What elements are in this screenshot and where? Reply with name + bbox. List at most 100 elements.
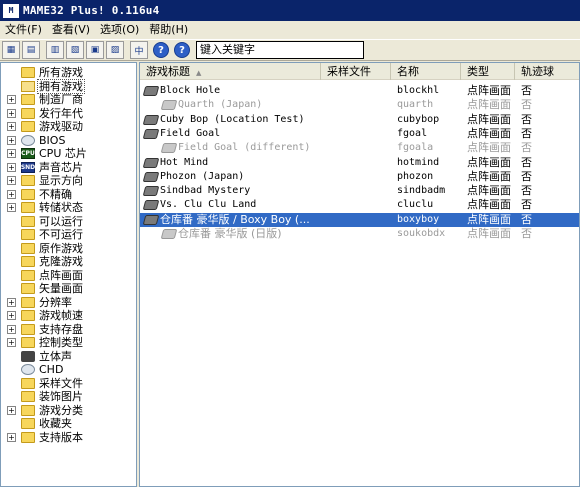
column-type[interactable]: 类型 (461, 63, 515, 80)
tree-item[interactable]: + BIOS (1, 134, 136, 147)
tree-item-label: 拥有游戏 (37, 78, 85, 94)
view-details-button[interactable]: ▧ (66, 41, 84, 59)
table-row[interactable]: Vs. Clu Clu Land cluclu 点阵画面否 (140, 198, 579, 212)
tree-item[interactable]: 原作游戏 (1, 242, 136, 255)
tree-item[interactable]: + 显示方向 (1, 174, 136, 187)
menu-help[interactable]: 帮助(H) (144, 21, 193, 39)
tree-item[interactable]: 所有游戏 (1, 66, 136, 79)
menu-file[interactable]: 文件(F) (0, 21, 47, 39)
folder-icon (21, 121, 35, 132)
table-row[interactable]: Block Hole blockhl 点阵画面否 (140, 84, 579, 98)
tree-item[interactable]: 收藏夹 (1, 417, 136, 430)
folder-icon (21, 377, 35, 389)
tree-item-label: 点阵画面 (39, 268, 83, 282)
tree-item[interactable]: + 控制类型 (1, 336, 136, 349)
tree-item[interactable]: + 发行年代 (1, 107, 136, 120)
column-name[interactable]: 名称 (391, 63, 461, 80)
table-row[interactable]: Phozon (Japan) phozon 点阵画面否 (140, 170, 579, 184)
column-title[interactable]: 游戏标题 ▲ (140, 63, 321, 80)
table-row[interactable]: 仓库番 豪华版 (日版) soukobdx 点阵画面否 (140, 227, 579, 241)
about-icon[interactable]: ? (174, 42, 190, 58)
cell-trackball: 否 (521, 141, 532, 155)
fullscreen-button[interactable]: 中 (130, 41, 148, 59)
expand-icon[interactable]: + (7, 135, 16, 145)
folder-icon (21, 269, 35, 281)
tree-item[interactable]: + 转储状态 (1, 201, 136, 214)
game-list[interactable]: 游戏标题 ▲ 采样文件 名称 类型 轨迹球 Block Hole blockhl 点阵… (139, 62, 580, 487)
tree-item[interactable]: 可以运行 (1, 215, 136, 228)
expand-icon[interactable]: + (7, 95, 16, 104)
cell-trackball: 否 (521, 212, 532, 226)
expand-icon[interactable]: + (7, 176, 16, 185)
game-board-icon (142, 157, 160, 168)
search-input[interactable]: 键入关键字 (196, 41, 364, 59)
tree-item[interactable]: + 游戏驱动 (1, 120, 136, 133)
cell-name: blockhl (397, 85, 440, 96)
expand-icon[interactable]: + (7, 149, 16, 158)
expand-icon[interactable]: + (7, 324, 16, 334)
view-grouped-button[interactable]: ▣ (86, 41, 104, 59)
view-tree-button[interactable]: ▨ (106, 41, 124, 59)
tree-item[interactable]: 采样文件 (1, 377, 136, 390)
table-row[interactable]: Cuby Bop (Location Test) cubybop 点阵画面否 (140, 113, 579, 127)
tree-item-label: 收藏夹 (39, 417, 72, 430)
folder-icon (21, 431, 35, 443)
cell-name: hotmind (397, 156, 440, 168)
expand-icon[interactable]: + (7, 297, 16, 307)
expand-icon[interactable]: + (7, 189, 16, 199)
menu-view[interactable]: 查看(V) (47, 21, 95, 39)
tree-item[interactable]: + 分辨率 (1, 296, 136, 309)
tree-item[interactable]: 克隆游戏 (1, 255, 136, 268)
expand-icon[interactable]: + (7, 311, 16, 320)
tree-item[interactable]: + 支持版本 (1, 431, 136, 444)
cell-title: Quarth (Japan) (178, 99, 263, 111)
tree-item[interactable]: + CPU CPU 芯片 (1, 147, 136, 160)
cell-name: quarth (397, 99, 434, 111)
cell-title: Block Hole (160, 85, 221, 96)
table-row[interactable]: Hot Mind hotmind 点阵画面否 (140, 156, 579, 170)
table-row[interactable]: Field Goal fgoal 点阵画面否 (140, 127, 579, 141)
folder-icon (21, 188, 35, 200)
table-row[interactable]: Field Goal (different) fgoala 点阵画面否 (140, 141, 579, 155)
column-trackball[interactable]: 轨迹球 (515, 63, 579, 80)
cell-title: 仓库番 豪华版 (日版) (178, 227, 282, 240)
folder-tree[interactable]: 所有游戏 拥有游戏 + 制造厂商 + 发行年代 + 游戏驱动 + BIOS + CPU CPU 芯片 + S… (0, 62, 137, 487)
column-samples[interactable]: 采样文件 (321, 63, 391, 80)
view-large-icons-button[interactable]: ▦ (2, 41, 20, 59)
tree-item[interactable]: + 制造厂商 (1, 93, 136, 106)
expand-icon[interactable]: + (7, 338, 16, 347)
cell-sample (327, 227, 391, 241)
title-bar: M MAME32 Plus! 0.116u4 (0, 0, 580, 21)
help-icon[interactable]: ? (153, 42, 169, 58)
expand-icon[interactable]: + (7, 432, 16, 442)
expand-icon[interactable]: + (7, 122, 16, 131)
tree-item[interactable]: 矢量画面 (1, 282, 136, 295)
expand-icon[interactable]: + (7, 108, 16, 118)
tree-item[interactable]: 不可运行 (1, 228, 136, 241)
tree-item[interactable]: CHD (1, 363, 136, 376)
expand-icon[interactable]: + (7, 405, 16, 415)
tree-item[interactable]: 拥有游戏 (1, 78, 136, 94)
folder-icon (21, 323, 35, 335)
table-row[interactable]: 仓库番 豪华版 / Boxy Boy (... boxyboy 点阵画面否 (140, 212, 579, 227)
toolbar: ▦ ▤ ▥ ▧ ▣ ▨ 中 ? ? 键入关键字 (0, 39, 580, 61)
tree-item[interactable]: 点阵画面 (1, 269, 136, 282)
tree-item[interactable]: 立体声 (1, 350, 136, 363)
tree-item[interactable]: + 支持存盘 (1, 323, 136, 336)
view-list-button[interactable]: ▥ (46, 41, 64, 59)
list-header: 游戏标题 ▲ 采样文件 名称 类型 轨迹球 (140, 63, 579, 80)
menu-options[interactable]: 选项(O) (95, 21, 144, 39)
tree-item-label: 游戏驱动 (39, 120, 83, 133)
view-small-icons-button[interactable]: ▤ (22, 41, 40, 59)
table-row[interactable]: Quarth (Japan) quarth 点阵画面否 (140, 98, 579, 112)
tree-item[interactable]: + 不精确 (1, 188, 136, 201)
game-board-icon (142, 171, 160, 182)
table-row[interactable]: Sindbad Mystery sindbadm 点阵画面否 (140, 184, 579, 198)
tree-item[interactable]: + 游戏帧速 (1, 309, 136, 322)
expand-icon[interactable]: + (7, 162, 16, 172)
tree-item[interactable]: + SND 声音芯片 (1, 161, 136, 174)
tree-item[interactable]: + 游戏分类 (1, 404, 136, 417)
expand-icon[interactable]: + (7, 203, 16, 212)
folder-icon (21, 337, 35, 348)
tree-item[interactable]: 装饰图片 (1, 390, 136, 403)
